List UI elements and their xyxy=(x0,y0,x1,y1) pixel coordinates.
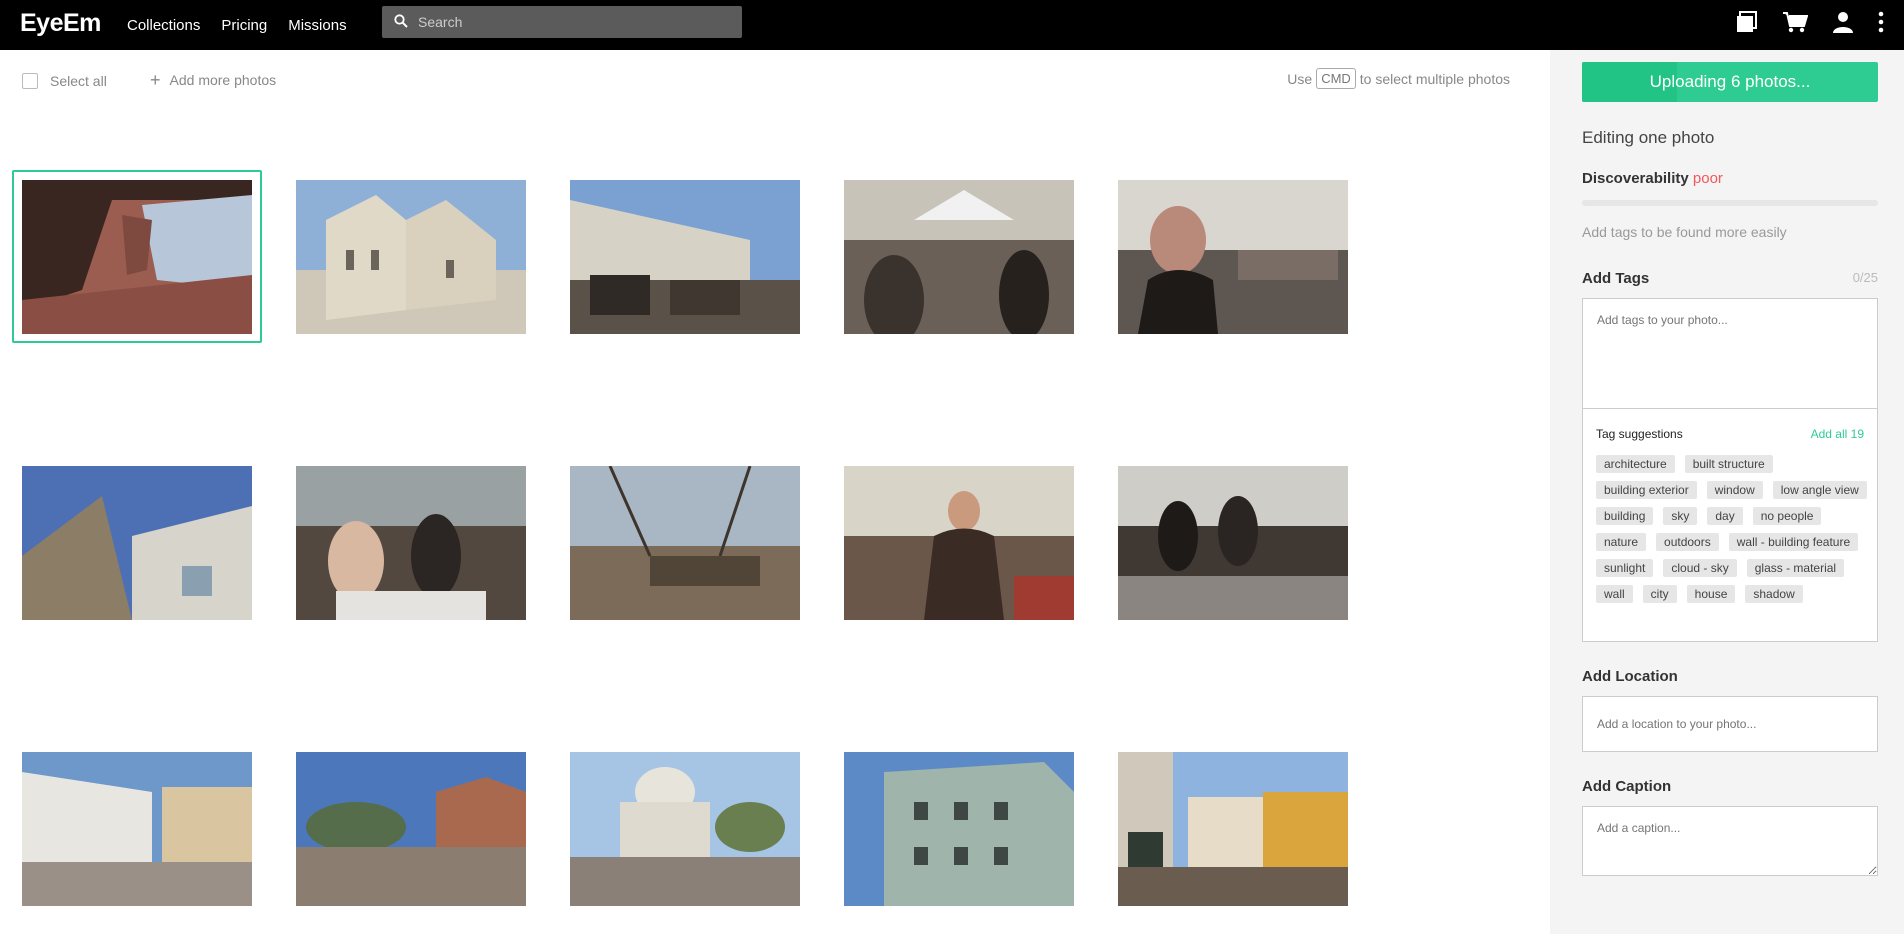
discoverability-text: Discoverability xyxy=(1582,170,1689,187)
add-all-tags-link[interactable]: Add all 19 xyxy=(1811,427,1864,441)
upload-progress-button[interactable]: Uploading 6 photos... xyxy=(1582,62,1878,102)
edit-panel: Uploading 6 photos... Editing one photo … xyxy=(1550,50,1904,934)
nav-missions[interactable]: Missions xyxy=(288,17,346,34)
tag-suggestion-list: architecture built structure building exte… xyxy=(1596,455,1868,603)
photo-thumbnail-6[interactable] xyxy=(22,466,252,620)
photo-grid xyxy=(0,112,1550,934)
tag-suggestion[interactable]: sky xyxy=(1663,507,1698,525)
discoverability-bar xyxy=(1582,200,1878,206)
tag-suggestion[interactable]: window xyxy=(1706,481,1763,499)
eyeem-logo[interactable]: EyeEm xyxy=(20,9,101,38)
tag-suggestion[interactable]: nature xyxy=(1596,533,1647,551)
grid-toolbar: Select all + Add more photos Use CMD to … xyxy=(0,50,1550,112)
discoverability-label: Discoverability poor xyxy=(1582,170,1723,187)
cart-icon[interactable] xyxy=(1782,11,1808,33)
nav-collections[interactable]: Collections xyxy=(127,17,200,34)
photo-thumbnail-15[interactable] xyxy=(1118,752,1348,906)
search-icon xyxy=(394,14,408,28)
tag-suggestion[interactable]: outdoors xyxy=(1656,533,1719,551)
tag-suggestion[interactable]: no people xyxy=(1752,507,1822,525)
tags-input[interactable] xyxy=(1583,299,1877,409)
tag-count: 0/25 xyxy=(1852,270,1878,285)
tag-suggestion[interactable]: wall xyxy=(1596,585,1633,603)
add-more-label: Add more photos xyxy=(169,72,277,88)
tag-suggestion[interactable]: low angle view xyxy=(1772,481,1867,499)
tag-suggestion[interactable]: sunlight xyxy=(1596,559,1654,577)
search-input[interactable] xyxy=(418,14,742,30)
photo-thumbnail-14[interactable] xyxy=(844,752,1074,906)
tag-suggestion[interactable]: day xyxy=(1707,507,1743,525)
tag-suggestion[interactable]: wall - building feature xyxy=(1728,533,1859,551)
tag-suggestion[interactable]: shadow xyxy=(1745,585,1803,603)
tag-suggestion[interactable]: architecture xyxy=(1596,455,1675,473)
photo-thumbnail-12[interactable] xyxy=(296,752,526,906)
hint-suffix: to select multiple photos xyxy=(1359,70,1510,87)
add-location-label: Add Location xyxy=(1582,668,1678,685)
add-tags-label: Add Tags xyxy=(1582,270,1650,287)
plus-icon: + xyxy=(150,70,161,90)
tag-suggestions-title: Tag suggestions xyxy=(1596,427,1683,441)
tag-suggestion[interactable]: built structure xyxy=(1684,455,1773,473)
photo-thumbnail-9[interactable] xyxy=(844,466,1074,620)
location-input[interactable] xyxy=(1582,696,1878,752)
hint-prefix: Use xyxy=(1287,70,1313,87)
photo-thumbnail-3[interactable] xyxy=(570,180,800,334)
photo-thumbnail-13[interactable] xyxy=(570,752,800,906)
photos-icon[interactable] xyxy=(1736,11,1758,33)
main-nav: Collections Pricing Missions xyxy=(127,0,347,50)
photo-thumbnail-4[interactable] xyxy=(844,180,1074,334)
tag-suggestion[interactable]: city xyxy=(1642,585,1677,603)
more-vertical-icon[interactable] xyxy=(1878,11,1884,33)
photo-thumbnail-10[interactable] xyxy=(1118,466,1348,620)
discoverability-value: poor xyxy=(1692,170,1723,187)
photo-thumbnail-2[interactable] xyxy=(296,180,526,334)
add-more-photos-button[interactable]: + Add more photos xyxy=(150,70,277,90)
tag-suggestion[interactable]: building exterior xyxy=(1596,481,1697,499)
photo-thumbnail-11[interactable] xyxy=(22,752,252,906)
top-icons xyxy=(1736,0,1884,44)
multi-select-hint: Use CMD to select multiple photos xyxy=(1287,68,1510,89)
discoverability-hint: Add tags to be found more easily xyxy=(1582,224,1787,240)
tag-suggestion[interactable]: house xyxy=(1686,585,1736,603)
photo-thumbnail-7[interactable] xyxy=(296,466,526,620)
tag-suggestion[interactable]: building xyxy=(1596,507,1654,525)
search-box[interactable] xyxy=(382,6,742,38)
select-all-checkbox[interactable] xyxy=(22,73,38,89)
upload-label: Uploading 6 photos... xyxy=(1649,72,1811,91)
select-all-label: Select all xyxy=(50,73,107,89)
top-navigation-bar: EyeEm Collections Pricing Missions xyxy=(0,0,1904,50)
user-icon[interactable] xyxy=(1832,11,1854,33)
photo-thumbnail-1[interactable] xyxy=(22,180,252,334)
add-caption-label: Add Caption xyxy=(1582,778,1672,795)
hint-key: CMD xyxy=(1316,68,1356,89)
photo-thumbnail-8[interactable] xyxy=(570,466,800,620)
photo-thumbnail-5[interactable] xyxy=(1118,180,1348,334)
tags-box: Tag suggestions Add all 19 architecture b… xyxy=(1582,298,1878,642)
caption-input[interactable] xyxy=(1582,806,1878,876)
tag-suggestion[interactable]: cloud - sky xyxy=(1663,559,1737,577)
nav-pricing[interactable]: Pricing xyxy=(221,17,267,34)
tag-suggestion[interactable]: glass - material xyxy=(1746,559,1845,577)
editing-title: Editing one photo xyxy=(1582,128,1715,147)
select-all[interactable]: Select all xyxy=(22,73,107,89)
